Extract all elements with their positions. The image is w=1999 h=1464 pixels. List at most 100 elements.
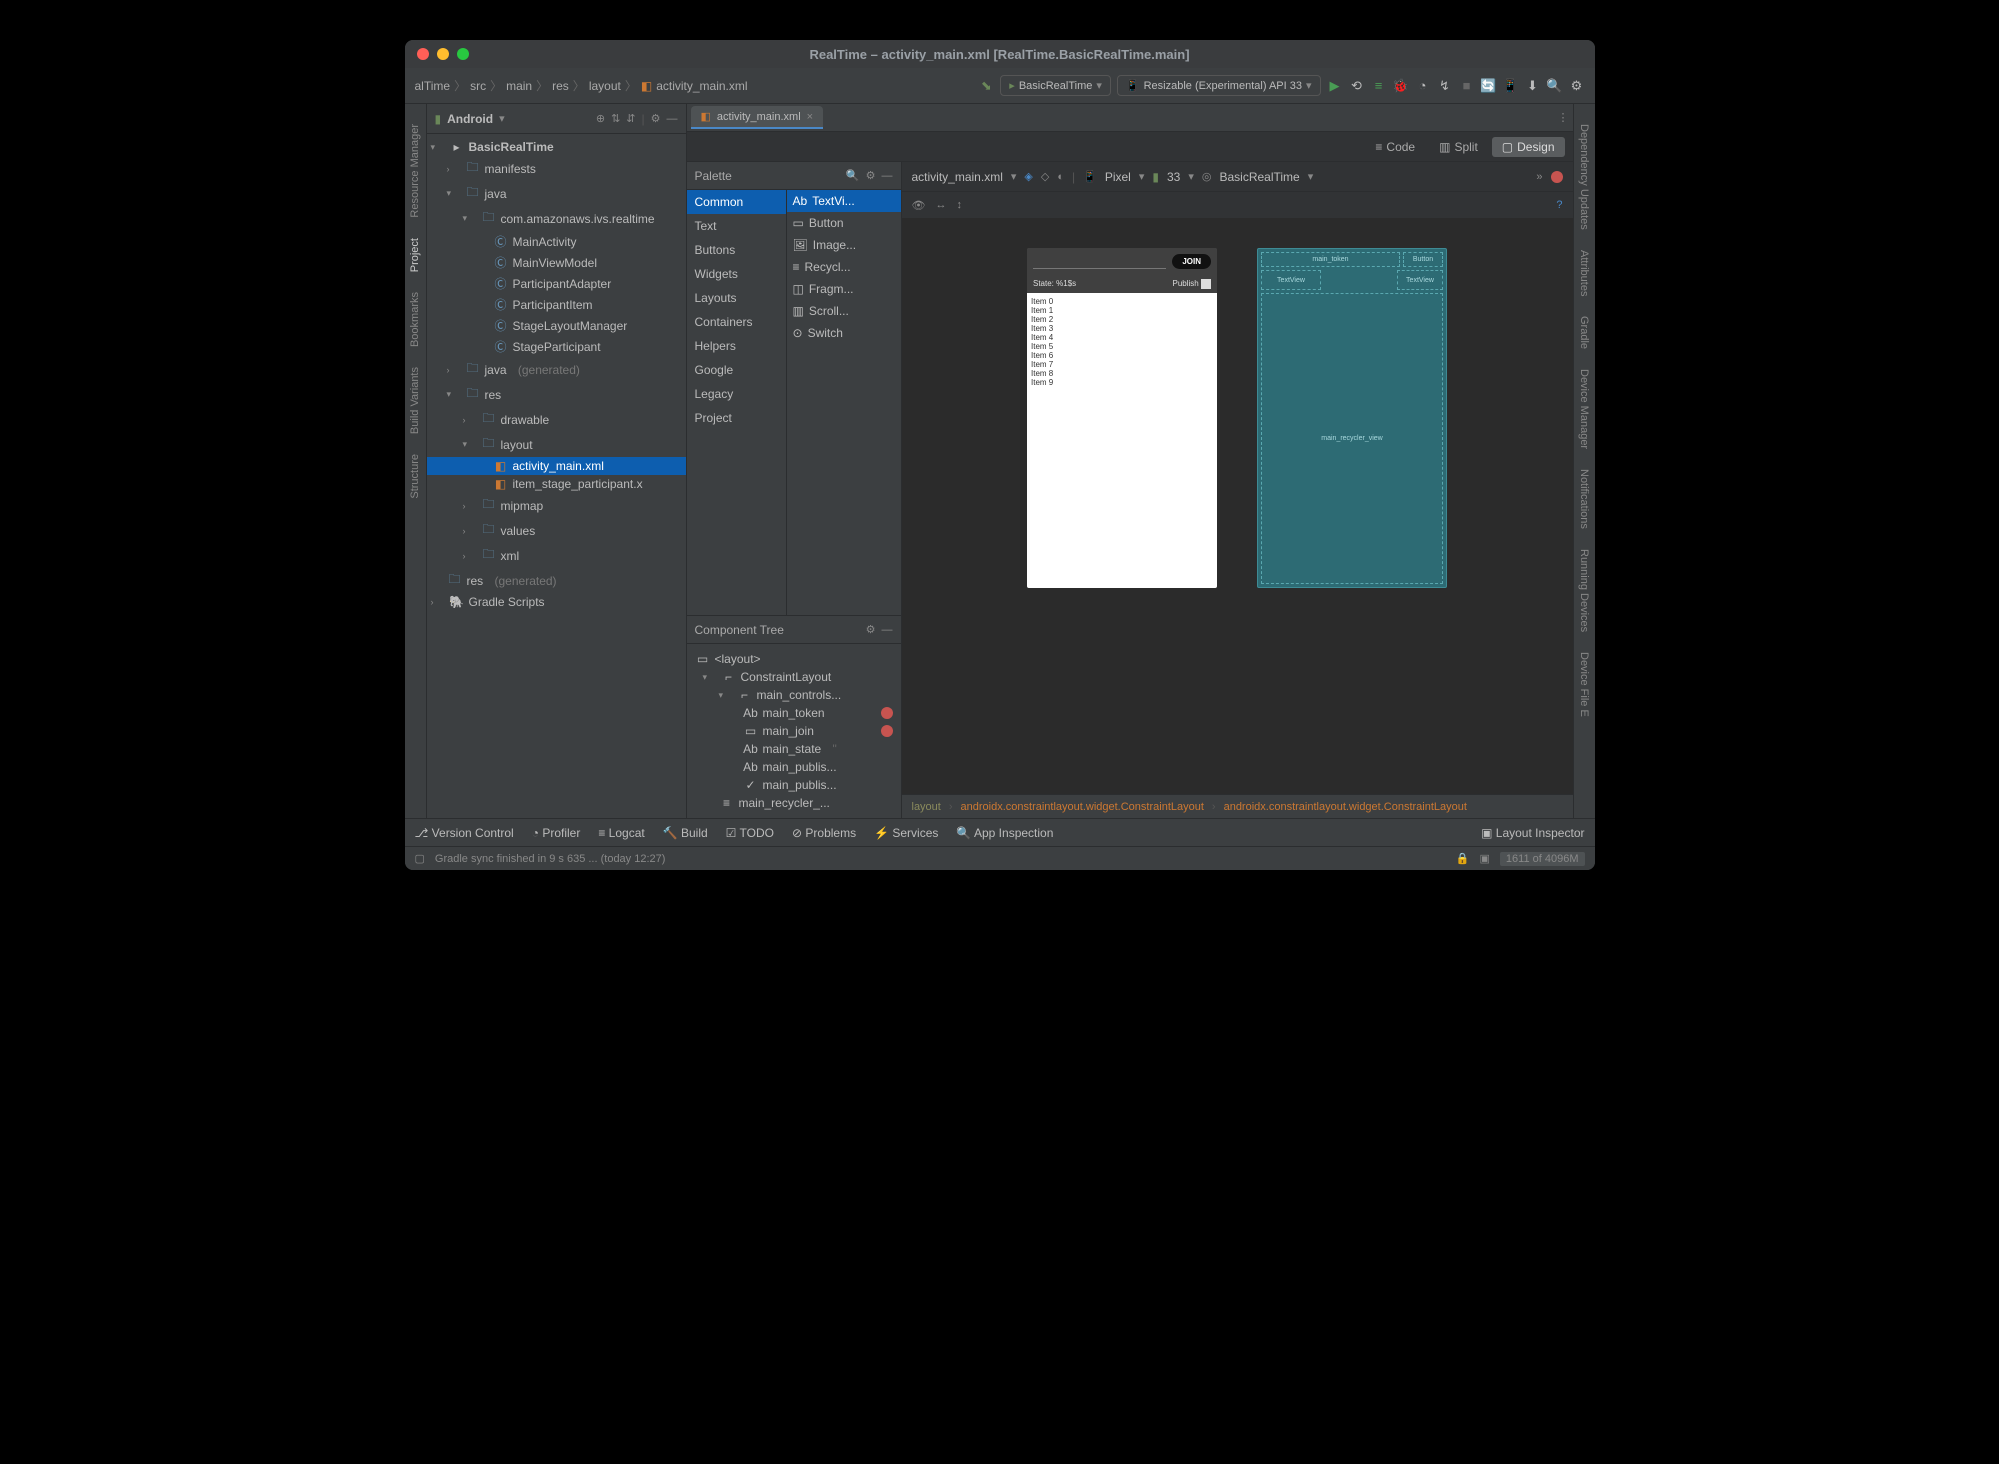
bc-layout[interactable]: layout [912,801,941,813]
view-mode-split[interactable]: ▥ Split [1429,137,1488,157]
gutter-running-devices[interactable]: Running Devices [1578,549,1590,632]
tree-class[interactable]: StageLayoutManager [513,319,628,333]
tool-logcat[interactable]: ≡ Logcat [598,826,644,840]
ct-item[interactable]: main_token [763,706,825,720]
tool-todo[interactable]: ☑ TODO [726,826,774,840]
apply-changes-icon[interactable]: ⟲ [1349,78,1365,94]
ct-controls[interactable]: main_controls... [757,688,842,702]
tool-build[interactable]: 🔨 Build [663,826,708,840]
tool-layout-inspector[interactable]: ▣ Layout Inspector [1481,826,1584,840]
run-button[interactable]: ▶ [1327,78,1343,94]
sync-icon[interactable]: 🔄 [1481,78,1497,94]
palette-cat-layouts[interactable]: Layouts [687,286,786,310]
tool-services[interactable]: ⚡ Services [874,826,938,840]
project-view-mode[interactable]: Android [447,112,493,126]
canvas-theme-select[interactable]: BasicRealTime [1219,170,1299,184]
canvas-api-select[interactable]: 33 [1167,170,1180,184]
hammer-icon[interactable]: ⬊ [978,78,994,94]
palette-cat-common[interactable]: Common [687,190,786,214]
breadcrumb-item[interactable]: res [552,79,569,93]
palette-cat-widgets[interactable]: Widgets [687,262,786,286]
stop-icon[interactable]: ■ [1459,78,1475,94]
tree-class[interactable]: MainActivity [513,235,577,249]
canvas-device-select[interactable]: Pixel [1105,170,1131,184]
chevron-down-icon[interactable]: ▾ [499,112,505,125]
ct-item[interactable]: main_join [763,724,814,738]
sdk-icon[interactable]: ⬇ [1525,78,1541,94]
ct-constraint[interactable]: ConstraintLayout [741,670,832,684]
gear-icon[interactable]: ⚙ [651,112,661,125]
settings-icon[interactable]: ⚙ [1569,78,1585,94]
tree-class[interactable]: MainViewModel [513,256,598,270]
design-preview[interactable]: JOIN State: %1$s Publish Item 0 Item 1 I… [1027,248,1217,588]
gutter-dep-updates[interactable]: Dependency Updates [1578,124,1590,230]
debug-icon[interactable]: 🐞 [1393,78,1409,94]
palette-item[interactable]: ◫Fragm... [787,278,901,300]
bp-recycler[interactable]: main_recycler_view [1261,293,1443,584]
tool-problems[interactable]: ⊘ Problems [792,826,856,840]
error-icon[interactable] [1551,171,1563,183]
profiler-icon[interactable]: ◔ [1415,78,1431,94]
gutter-project[interactable]: Project [409,238,421,272]
canvas-file-select[interactable]: activity_main.xml [912,170,1003,184]
indexing-icon[interactable]: ▣ [1480,852,1490,865]
breadcrumb-item[interactable]: alTime [415,79,451,93]
bp-textview[interactable]: TextView [1261,270,1321,290]
design-canvas[interactable]: JOIN State: %1$s Publish Item 0 Item 1 I… [902,218,1573,794]
surface-icon[interactable]: ◈ [1024,170,1032,183]
tree-manifests[interactable]: manifests [485,162,536,176]
coverage-icon[interactable]: ≡ [1371,78,1387,94]
gutter-attributes[interactable]: Attributes [1578,250,1590,296]
tree-res-gen[interactable]: res [467,574,484,588]
view-mode-design[interactable]: ▢ Design [1492,137,1565,157]
tree-gradle[interactable]: Gradle Scripts [469,595,545,609]
palette-cat-legacy[interactable]: Legacy [687,382,786,406]
gutter-structure[interactable]: Structure [409,454,421,499]
tree-java-gen[interactable]: java [485,363,507,377]
gutter-device-manager[interactable]: Device Manager [1578,369,1590,449]
ct-item[interactable]: main_state [763,742,822,756]
nightmode-icon[interactable]: ◐ [1057,171,1064,183]
hide-icon[interactable]: — [882,170,893,182]
tool-app-inspection[interactable]: 🔍 App Inspection [956,826,1053,840]
palette-cat-project[interactable]: Project [687,406,786,430]
breadcrumb-item[interactable]: main [506,79,532,93]
pan-icon[interactable]: ↔ [935,199,946,211]
avd-icon[interactable]: 📱 [1503,78,1519,94]
hide-icon[interactable]: — [882,624,893,636]
tab-options-icon[interactable]: ⋮ [1558,111,1569,124]
zoom-icon[interactable]: ↕ [956,199,962,211]
palette-item[interactable]: AbTextVi... [787,190,901,212]
tree-class[interactable]: ParticipantItem [513,298,593,312]
gutter-bookmarks[interactable]: Bookmarks [409,292,421,347]
memory-indicator[interactable]: 1611 of 4096M [1500,852,1585,866]
eye-icon[interactable]: 👁 [912,199,926,212]
tree-package[interactable]: com.amazonaws.ivs.realtime [501,212,655,226]
gutter-gradle[interactable]: Gradle [1578,316,1590,349]
run-config-select[interactable]: ▸BasicRealTime▾ [1000,75,1111,96]
search-icon[interactable]: 🔍 [1547,78,1563,94]
gutter-resource-manager[interactable]: Resource Manager [409,124,421,218]
tool-version-control[interactable]: ⎇ Version Control [415,826,514,840]
project-tree[interactable]: ▾▸BasicRealTime ›🗀manifests ▾🗀java ▾🗀com… [427,134,686,818]
palette-item[interactable]: ⊙Switch [787,322,901,344]
ct-item[interactable]: main_publis... [763,778,837,792]
more-icon[interactable]: » [1536,171,1542,183]
expand-icon[interactable]: ⇅ [611,112,620,125]
help-icon[interactable]: ? [1556,199,1562,211]
ct-item[interactable]: main_publis... [763,760,837,774]
editor-tab[interactable]: ◧ activity_main.xml × [691,106,824,129]
palette-item[interactable]: ▥Scroll... [787,300,901,322]
gutter-device-file[interactable]: Device File E [1578,652,1590,717]
palette-item[interactable]: ≡Recycl... [787,256,901,278]
attach-icon[interactable]: ↯ [1437,78,1453,94]
gutter-notifications[interactable]: Notifications [1578,469,1590,529]
palette-cat-containers[interactable]: Containers [687,310,786,334]
view-mode-code[interactable]: ≡ Code [1365,137,1425,157]
tree-class[interactable]: ParticipantAdapter [513,277,612,291]
tree-xml[interactable]: xml [501,549,520,563]
collapse-icon[interactable]: ⇵ [626,112,635,125]
gear-icon[interactable]: ⚙ [866,623,876,636]
target-icon[interactable]: ⊕ [596,112,605,125]
tree-mipmap[interactable]: mipmap [501,499,544,513]
